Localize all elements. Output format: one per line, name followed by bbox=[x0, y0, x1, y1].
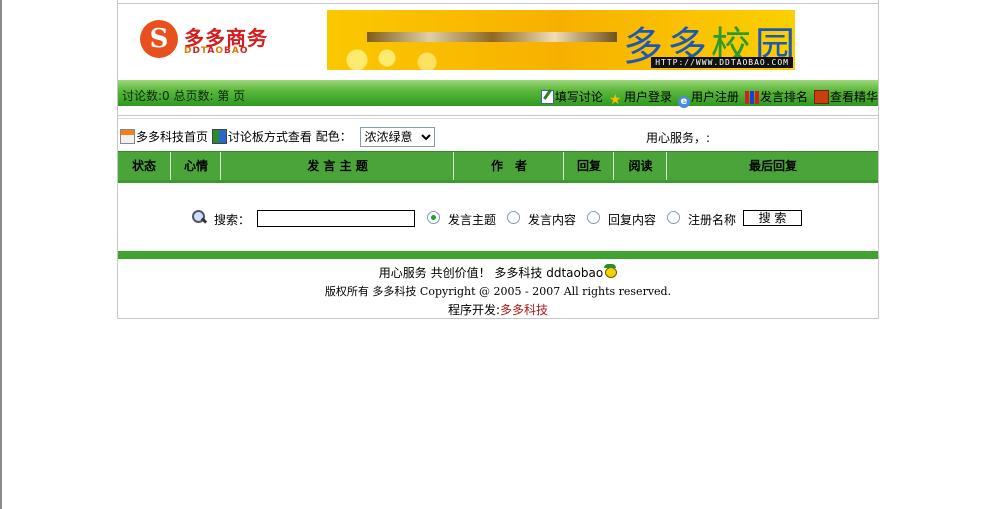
rank-icon bbox=[744, 91, 759, 104]
radio-topic[interactable] bbox=[427, 211, 440, 224]
radio-topic-label: 发言主题 bbox=[448, 213, 497, 227]
post-ranking-link[interactable]: 发言排名 bbox=[744, 88, 808, 105]
radio-content-label: 发言内容 bbox=[528, 213, 577, 227]
developer-label: 程序开发: bbox=[447, 303, 501, 317]
user-login-link[interactable]: ★ 用户登录 bbox=[609, 88, 672, 107]
footer-bar bbox=[118, 251, 878, 259]
column-header-author: 作 者 bbox=[453, 152, 564, 180]
column-header-replies: 回复 bbox=[563, 152, 614, 180]
banner-url: HTTP://WWW.DDTAOBAO.COM bbox=[651, 57, 793, 68]
service-text: 用心服务，: bbox=[646, 131, 711, 145]
board-view-link[interactable]: 讨论板方式查看 bbox=[211, 128, 312, 144]
book-icon bbox=[813, 90, 829, 104]
topic-table-header: 状态 心情 发 言 主 题 作 者 回复 阅读 最后回复 bbox=[118, 151, 878, 183]
footer-slogan: 用心服务 共创价值！ 多多科技 ddtaobao bbox=[118, 264, 878, 281]
search-form: 搜索： 发言主题 发言内容 回复内容 注册名称 搜 索 bbox=[118, 206, 878, 230]
nav-row: 多多科技首页 讨论板方式查看 配色： 浓浓绿意 bbox=[120, 127, 435, 147]
smiley-icon bbox=[603, 264, 618, 278]
logo-emblem-icon: S bbox=[140, 20, 178, 58]
edit-icon bbox=[540, 90, 554, 104]
divider bbox=[118, 118, 878, 119]
banner-streak-graphic bbox=[367, 32, 617, 42]
radio-reply[interactable] bbox=[587, 211, 600, 224]
search-input[interactable] bbox=[257, 210, 415, 227]
ie-icon: e bbox=[677, 96, 690, 108]
link-label: 用户注册 bbox=[690, 90, 739, 104]
link-label: 用户登录 bbox=[623, 90, 672, 104]
board-icon bbox=[211, 128, 227, 144]
header-banner[interactable]: 多多校园 HTTP://WWW.DDTAOBAO.COM bbox=[327, 10, 795, 70]
column-header-mood: 心情 bbox=[170, 152, 221, 180]
site-logo[interactable]: S 多多商务 DDTAOBAO bbox=[140, 20, 267, 60]
home-link-label: 多多科技首页 bbox=[136, 129, 209, 144]
logo-subtitle-letter: D bbox=[192, 46, 201, 56]
search-label: 搜索： bbox=[214, 213, 251, 227]
logo-subtitle: DDTAOBAO bbox=[184, 46, 249, 56]
logo-subtitle-letter: O bbox=[215, 46, 225, 56]
view-featured-link[interactable]: 查看精华 bbox=[813, 88, 878, 105]
radio-username-label: 注册名称 bbox=[688, 213, 737, 227]
link-label: 发言排名 bbox=[759, 90, 808, 104]
link-label: 查看精华 bbox=[829, 90, 878, 104]
write-post-link[interactable]: 填写讨论 bbox=[540, 88, 603, 105]
window-edge bbox=[0, 0, 2, 509]
color-scheme-label: 配色： bbox=[315, 129, 352, 144]
search-button[interactable]: 搜 索 bbox=[743, 210, 802, 226]
link-label: 填写讨论 bbox=[554, 90, 603, 104]
toolbar-links: 填写讨论 ★ 用户登录 e 用户注册 发言排名 查看精华 bbox=[535, 88, 878, 108]
column-header-views: 阅读 bbox=[613, 152, 667, 180]
radio-username[interactable] bbox=[667, 211, 680, 224]
footer-copyright: 版权所有 多多科技 Copyright @ 2005 - 2007 All ri… bbox=[324, 285, 672, 298]
divider bbox=[118, 115, 878, 116]
logo-subtitle-letter: B bbox=[224, 46, 232, 56]
page-frame: S 多多商务 DDTAOBAO 多多校园 HTTP://WWW.DDTAOBAO… bbox=[117, 0, 879, 319]
search-icon bbox=[192, 210, 208, 226]
column-header-topic: 发 言 主 题 bbox=[220, 152, 454, 180]
topic-stats: 讨论数:0 总页数: 第 页 bbox=[122, 89, 246, 103]
color-scheme-select[interactable]: 浓浓绿意 bbox=[359, 127, 435, 147]
footer-slogan-text: 用心服务 共创价值！ 多多科技 ddtaobao bbox=[378, 266, 604, 280]
column-header-status: 状态 bbox=[131, 159, 156, 173]
logo-subtitle-letter: O bbox=[239, 46, 249, 56]
column-header-last-reply: 最后回复 bbox=[666, 152, 879, 180]
radio-reply-label: 回复内容 bbox=[608, 213, 657, 227]
home-icon bbox=[120, 128, 135, 144]
home-link[interactable]: 多多科技首页 bbox=[120, 128, 209, 144]
board-link-label: 讨论板方式查看 bbox=[227, 129, 312, 144]
developer-link[interactable]: 多多科技 bbox=[500, 303, 548, 317]
radio-content[interactable] bbox=[507, 211, 520, 224]
user-register-link[interactable]: e 用户注册 bbox=[677, 88, 739, 108]
star-icon: ★ bbox=[608, 92, 622, 108]
logo-subtitle-letter: A bbox=[231, 46, 240, 56]
top-divider bbox=[118, 3, 878, 4]
forum-toolbar: 讨论数:0 总页数: 第 页 填写讨论 ★ 用户登录 e 用户注册 发言排名 查看精华 bbox=[118, 80, 878, 108]
footer-developer: 程序开发:多多科技 bbox=[118, 301, 878, 318]
